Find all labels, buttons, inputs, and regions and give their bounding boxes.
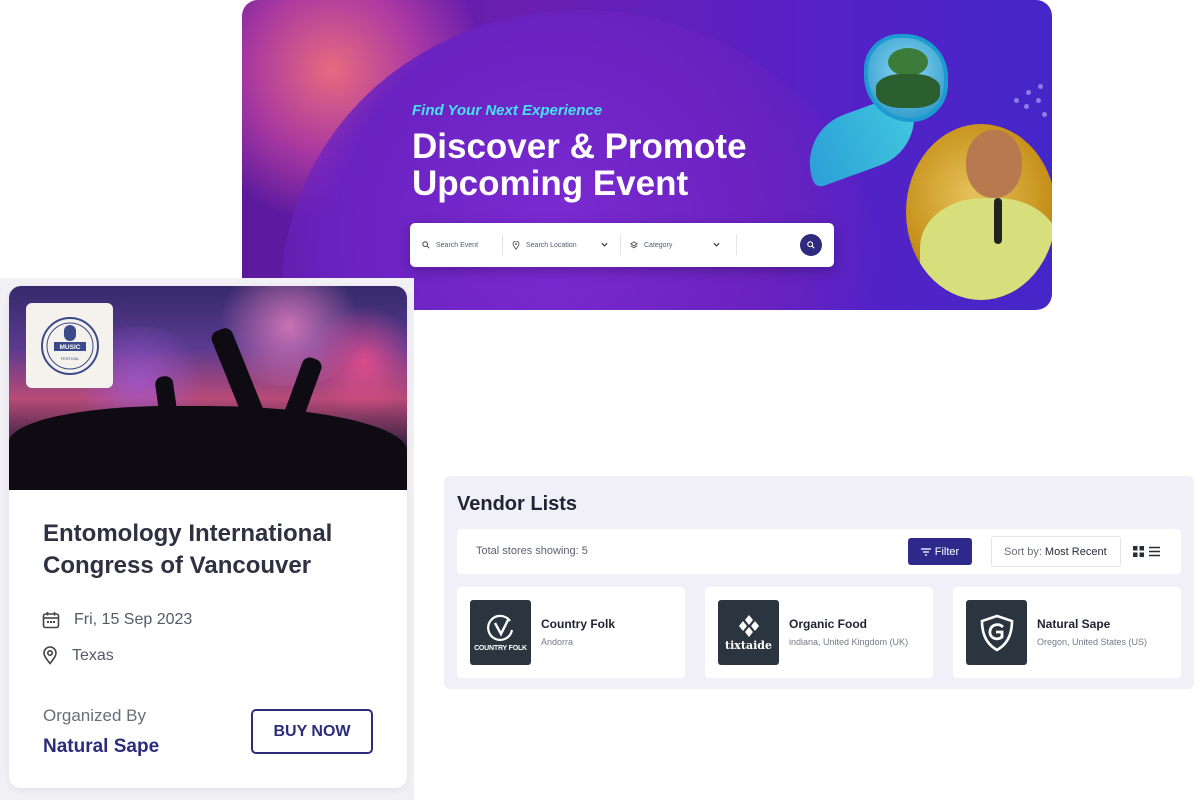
diamond-icon — [738, 614, 759, 637]
vendor-location: Andorra — [541, 637, 574, 647]
search-button[interactable] — [800, 234, 822, 256]
search-icon — [422, 241, 430, 249]
event-location-row: Texas — [42, 646, 114, 665]
vendor-name[interactable]: Natural Sape — [1037, 617, 1110, 631]
store-count: Total stores showing: 5 — [476, 545, 588, 557]
list-view-icon[interactable] — [1149, 546, 1160, 557]
filter-icon — [920, 547, 931, 556]
event-image: MUSIC FESTIVAL — [9, 286, 407, 490]
event-search-bar: Search Event Search Location Category — [410, 223, 834, 267]
vendor-location: Oregon, United States (US) — [1037, 637, 1148, 647]
circle-v-icon — [486, 614, 513, 641]
filter-button[interactable]: Filter — [908, 538, 972, 565]
search-location-placeholder: Search Location — [526, 241, 577, 249]
event-date: Fri, 15 Sep 2023 — [74, 611, 193, 628]
location-pin-icon — [43, 646, 57, 665]
vendor-card[interactable]: tixtaide Organic Food indiana, United Ki… — [705, 587, 933, 678]
sort-select[interactable]: Sort by: Most Recent — [991, 536, 1121, 567]
buy-now-button[interactable]: BUY NOW — [251, 709, 373, 754]
search-event-field[interactable]: Search Event — [422, 223, 502, 267]
hero-banner: Find Your Next Experience Discover & Pro… — [242, 0, 1052, 310]
search-location-field[interactable]: Search Location — [512, 223, 614, 267]
vendor-list-title: Vendor Lists — [457, 493, 578, 515]
page: Find Your Next Experience Discover & Pro… — [0, 0, 1200, 800]
event-card[interactable]: MUSIC FESTIVAL Entomology International … — [9, 286, 407, 788]
badge-text: MUSIC — [59, 344, 80, 351]
vendor-logo-text: COUNTRY FOLK — [474, 645, 527, 652]
speaker-photo — [906, 124, 1052, 300]
divider — [620, 235, 621, 255]
vendor-list-panel: Vendor Lists Total stores showing: 5 Fil… — [444, 476, 1194, 689]
grid-view-icon[interactable] — [1133, 546, 1144, 557]
vendor-location: indiana, United Kingdom (UK) — [789, 637, 909, 647]
vendor-toolbar: Total stores showing: 5 Filter Sort by: … — [457, 529, 1181, 574]
vendor-logo-text: tixtaide — [725, 638, 772, 652]
chevron-down-icon — [601, 242, 608, 247]
category-placeholder: Category — [644, 241, 673, 249]
event-title[interactable]: Entomology International Congress of Van… — [43, 518, 373, 582]
search-event-placeholder: Search Event — [436, 241, 479, 249]
vendor-logo: COUNTRY FOLK — [470, 600, 531, 665]
shield-g-icon — [980, 614, 1013, 651]
sort-label: Sort by: — [1004, 545, 1042, 558]
vendor-name[interactable]: Country Folk — [541, 617, 615, 631]
chevron-down-icon — [713, 242, 720, 247]
organizer-name[interactable]: Natural Sape — [43, 736, 159, 758]
category-select[interactable]: Category — [630, 223, 726, 267]
vendor-card[interactable]: COUNTRY FOLK Country Folk Andorra — [457, 587, 685, 678]
organized-by-label: Organized By — [43, 706, 146, 725]
location-pin-icon — [512, 240, 520, 250]
hero-headline: Discover & Promote Upcoming Event — [412, 127, 747, 203]
music-festival-logo: MUSIC FESTIVAL — [40, 316, 99, 375]
divider — [502, 235, 503, 255]
vendor-logo — [966, 600, 1027, 665]
sort-value: Most Recent — [1044, 545, 1107, 558]
vendor-card[interactable]: Natural Sape Oregon, United States (US) — [953, 587, 1181, 678]
vendor-name[interactable]: Organic Food — [789, 617, 867, 631]
badge-subtext: FESTIVAL — [60, 356, 79, 361]
divider — [736, 235, 737, 255]
vendor-logo: tixtaide — [718, 600, 779, 665]
search-icon — [807, 241, 815, 249]
hero-kicker: Find Your Next Experience — [412, 102, 603, 119]
hero-dots — [1012, 80, 1052, 140]
music-festival-badge: MUSIC FESTIVAL — [26, 303, 113, 388]
event-location: Texas — [72, 646, 114, 664]
calendar-icon — [42, 612, 60, 629]
event-date-row: Fri, 15 Sep 2023 — [42, 611, 192, 629]
layers-icon — [630, 241, 638, 249]
filter-label: Filter — [934, 545, 960, 558]
